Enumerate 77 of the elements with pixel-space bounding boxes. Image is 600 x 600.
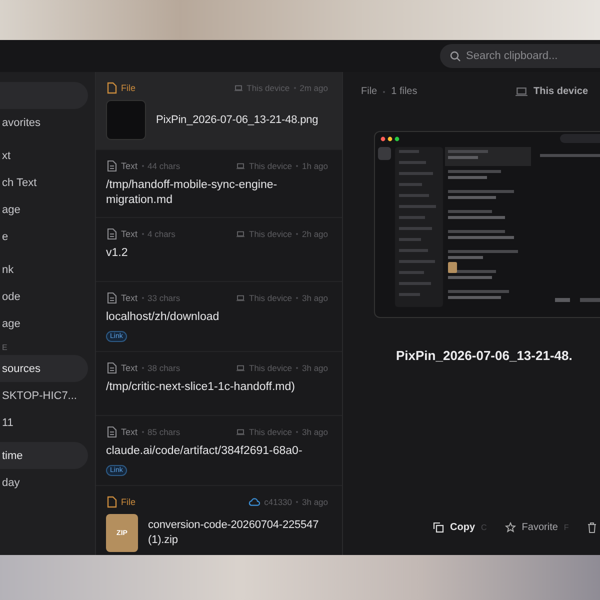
document-icon bbox=[106, 362, 117, 374]
char-count: 85 chars bbox=[148, 427, 180, 437]
char-count: 33 chars bbox=[148, 293, 180, 303]
detail-source: This device bbox=[534, 86, 588, 97]
time-label: 3h ago bbox=[302, 293, 328, 303]
trash-icon bbox=[586, 522, 597, 533]
laptop-icon bbox=[514, 86, 528, 96]
sidebar-item[interactable]: SKTOP-HIC7... bbox=[0, 382, 88, 409]
clipboard-item[interactable]: Text 38 chars This device 3h ago /tmp/critic-next-slice1-1c-handoff.md) bbox=[96, 352, 342, 416]
search-icon bbox=[450, 51, 461, 62]
file-count: 1 files bbox=[391, 86, 418, 97]
section-header: E bbox=[1, 343, 8, 354]
clipboard-item[interactable]: File This device 2m ago PixPin_2026-07-06_13-21-48.png bbox=[96, 72, 342, 150]
clip-text: v1.2 bbox=[106, 246, 129, 261]
source-label: This device bbox=[249, 229, 292, 239]
sidebar-item[interactable]: age bbox=[0, 310, 88, 337]
clipboard-item[interactable]: Text 44 chars This device 1h ago /tmp/handoff-mobile-sync-engine-migration.md bbox=[96, 150, 342, 218]
document-icon bbox=[106, 426, 117, 438]
source-label: This device bbox=[249, 161, 292, 171]
laptop-icon bbox=[236, 364, 245, 372]
file-icon bbox=[106, 496, 117, 508]
sidebar-item[interactable]: xt bbox=[0, 142, 88, 169]
source-label: This device bbox=[249, 363, 292, 373]
clip-text: claude.ai/code/artifact/384f2691-68a0- bbox=[106, 444, 304, 459]
file-icon bbox=[106, 82, 117, 94]
time-label: 3h ago bbox=[302, 363, 328, 373]
document-icon bbox=[106, 160, 117, 172]
sidebar-item[interactable]: age bbox=[0, 196, 88, 223]
sidebar-item[interactable]: nk bbox=[0, 256, 88, 283]
document-icon bbox=[106, 292, 117, 304]
type-label: File bbox=[121, 83, 136, 93]
sidebar-item[interactable]: day bbox=[0, 469, 88, 496]
type-label: Text bbox=[121, 363, 138, 373]
sidebar-item[interactable]: e bbox=[0, 223, 88, 250]
sidebar-item[interactable]: ode bbox=[0, 283, 88, 310]
time-label: 3h ago bbox=[302, 497, 328, 507]
source-label: c41330 bbox=[264, 497, 292, 507]
clip-text: localhost/zh/download bbox=[106, 310, 220, 325]
clip-text: /tmp/handoff-mobile-sync-engine-migration.md bbox=[106, 178, 278, 208]
time-label: 3h ago bbox=[302, 427, 328, 437]
sidebar-item[interactable]: time bbox=[0, 442, 88, 469]
type-label: Text bbox=[121, 229, 138, 239]
type-label: Text bbox=[121, 427, 138, 437]
clip-text: /tmp/critic-next-slice1-1c-handoff.md) bbox=[106, 380, 296, 395]
type-label: File bbox=[121, 497, 136, 507]
cloud-icon bbox=[248, 498, 260, 506]
file-name: PixPin_2026-07-06_13-21-48.png bbox=[156, 112, 318, 128]
type-label: Text bbox=[121, 161, 138, 171]
document-icon bbox=[106, 228, 117, 240]
time-label: 1h ago bbox=[302, 161, 328, 171]
detail-type: File bbox=[361, 86, 378, 97]
screenshot-thumbnail bbox=[106, 100, 146, 140]
sidebar-item[interactable]: sources bbox=[0, 355, 88, 382]
copy-icon bbox=[433, 522, 444, 533]
laptop-icon bbox=[236, 294, 245, 302]
source-label: This device bbox=[249, 293, 292, 303]
sidebar-item[interactable]: avorites bbox=[0, 109, 88, 136]
laptop-icon bbox=[236, 230, 245, 238]
source-label: This device bbox=[246, 83, 290, 93]
sidebar-item[interactable]: ch Text bbox=[0, 169, 88, 196]
char-count: 44 chars bbox=[148, 161, 180, 171]
laptop-icon bbox=[234, 84, 243, 92]
sidebar-item[interactable]: 11 bbox=[0, 409, 88, 436]
file-name: conversion-code-20260704-225547 (1).zip bbox=[148, 518, 320, 548]
laptop-icon bbox=[236, 162, 245, 170]
detail-filename: PixPin_2026-07-06_13-21-48. bbox=[396, 348, 574, 363]
time-label: 2m ago bbox=[300, 83, 328, 93]
type-label: Text bbox=[121, 293, 138, 303]
clipboard-item[interactable]: Text 4 chars This device 2h ago v1.2 bbox=[96, 218, 342, 282]
char-count: 38 chars bbox=[148, 363, 180, 373]
search-field[interactable]: Search clipboard... bbox=[440, 44, 600, 68]
char-count: 4 chars bbox=[148, 229, 176, 239]
delete-button[interactable] bbox=[586, 522, 597, 533]
source-label: This device bbox=[249, 427, 292, 437]
star-icon bbox=[504, 522, 516, 533]
time-label: 2h ago bbox=[302, 229, 328, 239]
laptop-icon bbox=[236, 428, 245, 436]
